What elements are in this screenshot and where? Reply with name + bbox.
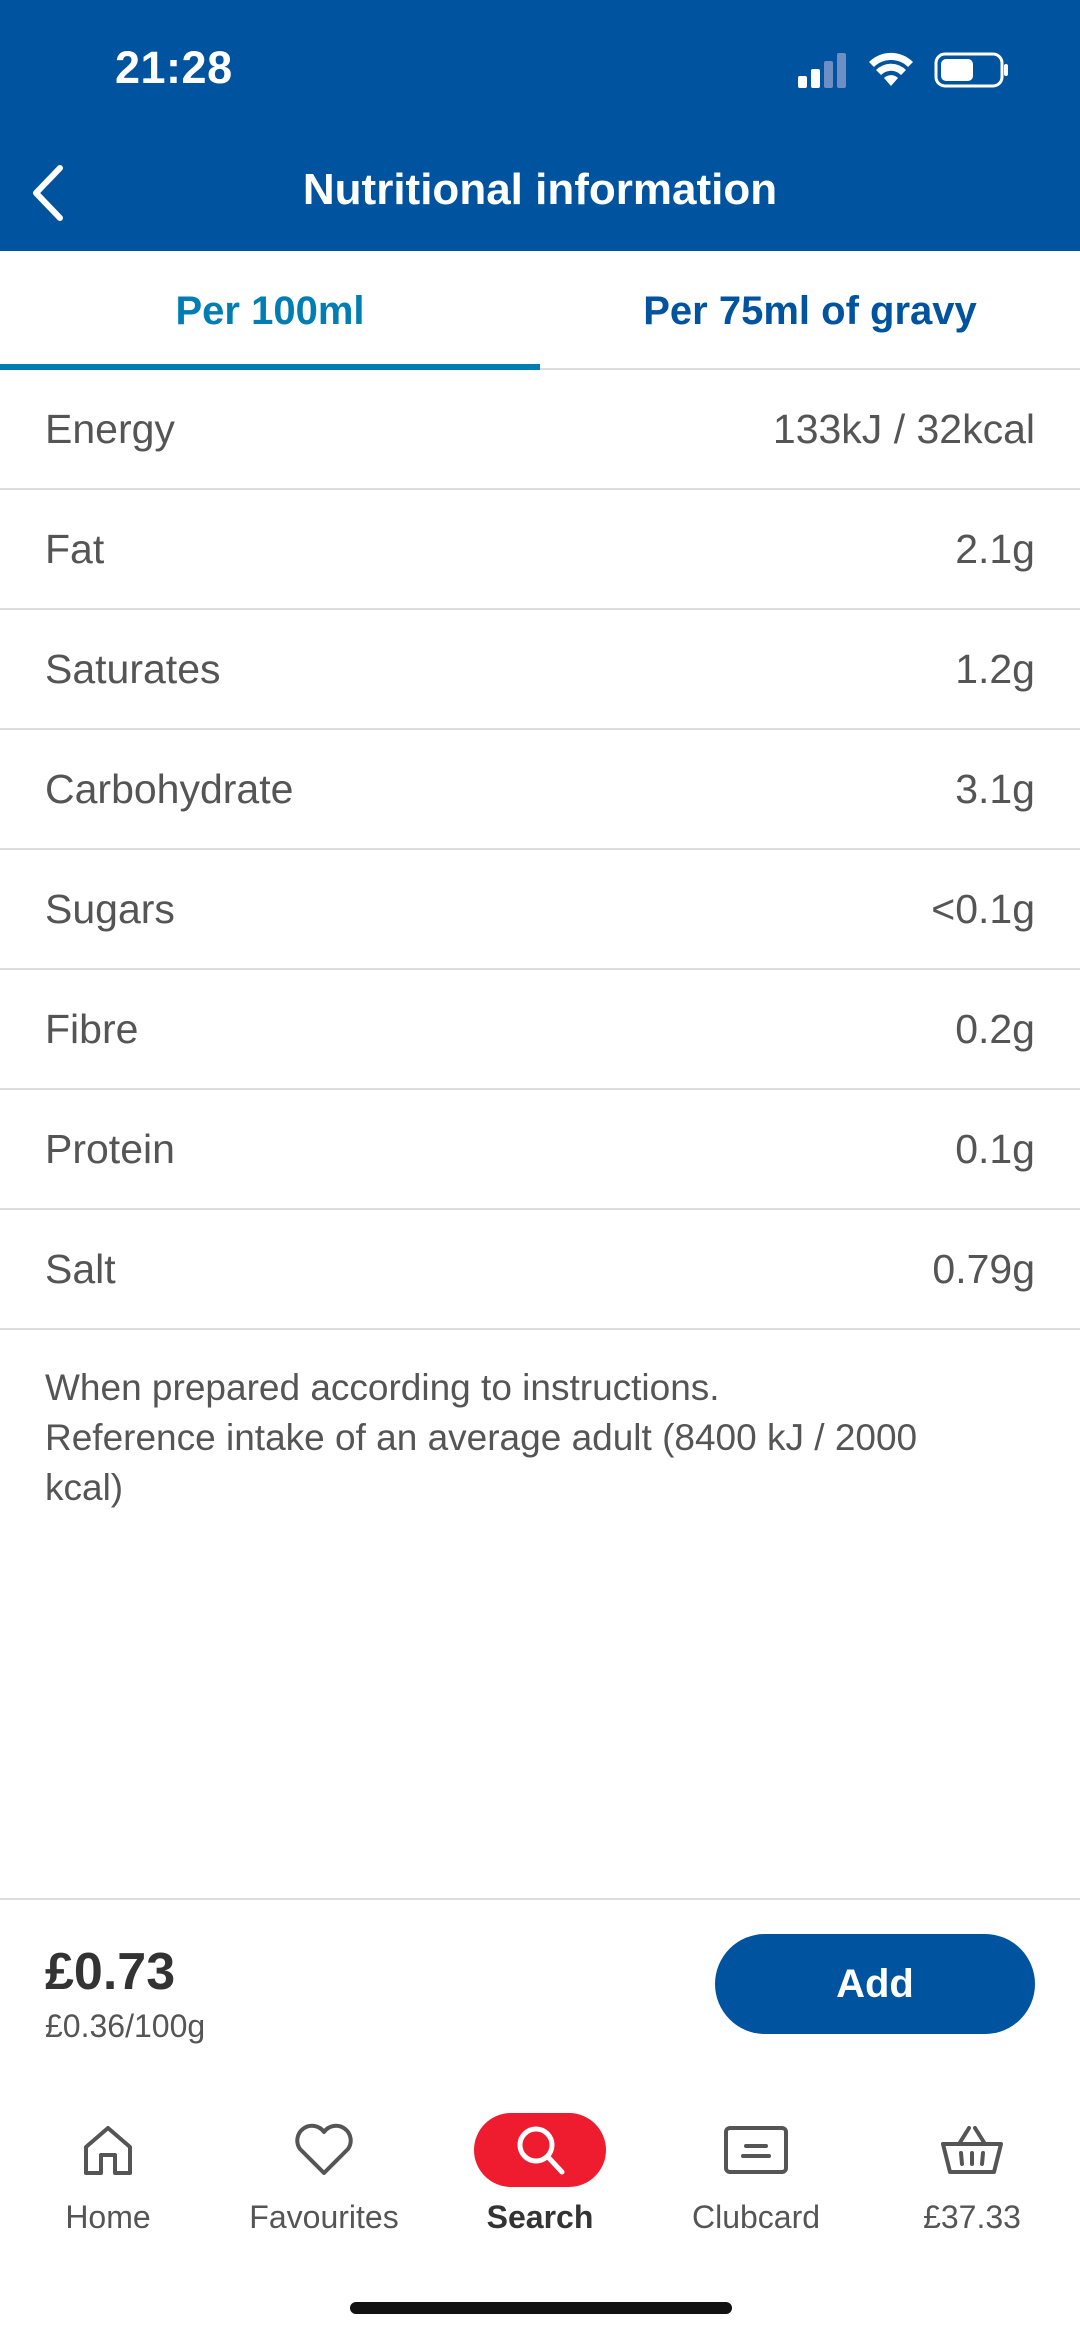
- nutrition-footnote: When prepared according to instructions.…: [45, 1363, 945, 1513]
- status-time: 21:28: [115, 42, 233, 93]
- unit-price: £0.36/100g: [45, 2008, 206, 2044]
- nutrient-value: 0.2g: [955, 1005, 1035, 1052]
- nutrient-value: 0.1g: [955, 1125, 1035, 1172]
- signal-icon: [798, 53, 846, 88]
- nutrition-row-salt: Salt 0.79g: [0, 1210, 1080, 1330]
- nav-item-home[interactable]: Home: [0, 2095, 216, 2265]
- footnote-line: When prepared according to instructions.: [45, 1367, 720, 1408]
- search-icon: [474, 2113, 606, 2187]
- product-price: £0.73: [45, 1943, 176, 2001]
- nutrition-row-fibre: Fibre 0.2g: [0, 970, 1080, 1090]
- nutrient-name: Fibre: [45, 1005, 139, 1052]
- nutrient-name: Energy: [45, 405, 175, 452]
- nutrient-name: Sugars: [45, 885, 175, 932]
- nutrition-row-sugars: Sugars <0.1g: [0, 850, 1080, 970]
- nav-item-basket[interactable]: £37.33: [864, 2095, 1080, 2265]
- heart-icon: [258, 2113, 390, 2187]
- nutrient-value: <0.1g: [931, 885, 1035, 932]
- nutrient-name: Salt: [45, 1245, 116, 1292]
- clubcard-icon: [690, 2113, 822, 2187]
- nutrition-row-fat: Fat 2.1g: [0, 490, 1080, 610]
- status-icons: [796, 50, 1010, 90]
- nutrition-tabs: Per 100ml Per 75ml of gravy: [0, 251, 1080, 370]
- tab-per-75ml-gravy[interactable]: Per 75ml of gravy: [540, 251, 1080, 368]
- wifi-icon: [869, 52, 913, 86]
- nutrient-value: 133kJ / 32kcal: [772, 405, 1035, 452]
- nutrition-row-protein: Protein 0.1g: [0, 1090, 1080, 1210]
- tab-per-100ml[interactable]: Per 100ml: [0, 251, 540, 370]
- nav-item-clubcard[interactable]: Clubcard: [648, 2095, 864, 2265]
- nav-label: Favourites: [249, 2199, 399, 2235]
- home-icon: [42, 2113, 174, 2187]
- basket-icon: [906, 2113, 1038, 2187]
- battery-icon: [934, 52, 1008, 88]
- home-indicator[interactable]: [350, 2302, 732, 2314]
- add-button[interactable]: Add: [715, 1934, 1035, 2034]
- nav-label: Home: [65, 2199, 151, 2235]
- bottom-nav: Home Favourites Search Clubcard £37.33: [0, 2095, 1080, 2265]
- nav-label: £37.33: [923, 2199, 1021, 2235]
- nutrient-name: Fat: [45, 525, 105, 572]
- nutrition-row-saturates: Saturates 1.2g: [0, 610, 1080, 730]
- price-bar: £0.73 £0.36/100g Add: [0, 1898, 1080, 2085]
- nav-label: Clubcard: [691, 2199, 821, 2235]
- nutrient-name: Protein: [45, 1125, 175, 1172]
- nav-item-search[interactable]: Search: [432, 2095, 648, 2265]
- nutrient-value: 3.1g: [955, 765, 1035, 812]
- nutrition-row-carbohydrate: Carbohydrate 3.1g: [0, 730, 1080, 850]
- nutrient-value: 1.2g: [955, 645, 1035, 692]
- nav-label: Search: [486, 2199, 594, 2235]
- nutrient-value: 2.1g: [955, 525, 1035, 572]
- nutrient-name: Carbohydrate: [45, 765, 294, 812]
- page-title: Nutritional information: [302, 165, 778, 214]
- nutrient-value: 0.79g: [932, 1245, 1035, 1292]
- nutrient-name: Saturates: [45, 645, 221, 692]
- app-header: 21:28 Nutritional information: [0, 0, 1080, 251]
- footnote-line: Reference intake of an average adult (84…: [45, 1417, 918, 1508]
- nav-item-favourites[interactable]: Favourites: [216, 2095, 432, 2265]
- nutrition-row-energy: Energy 133kJ / 32kcal: [0, 370, 1080, 490]
- nutrition-table: Energy 133kJ / 32kcal Fat 2.1g Saturates…: [0, 370, 1080, 1330]
